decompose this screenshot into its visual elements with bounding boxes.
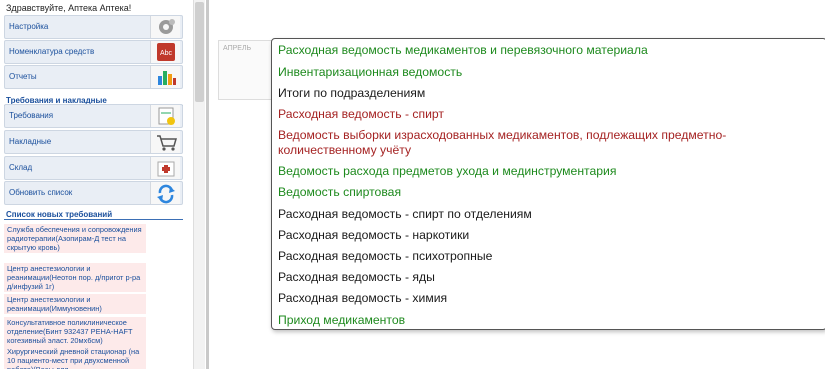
menu-item-label: Отчеты bbox=[9, 72, 37, 81]
report-dropdown-list[interactable]: Расходная ведомость медикаментов и перев… bbox=[271, 38, 825, 330]
app-window: Здравствуйте, Аптека Аптека! Настройка Н… bbox=[0, 0, 825, 369]
menu-item-label: Склад bbox=[9, 163, 33, 172]
month-select[interactable]: АПРЕЛЬ bbox=[218, 40, 273, 100]
report-option[interactable]: Ведомость выборки израсходованных медика… bbox=[278, 128, 818, 143]
report-option[interactable]: Расходная ведомость - химия bbox=[278, 291, 818, 306]
section-title-new-requests: Список новых требований bbox=[6, 210, 113, 219]
gears-icon bbox=[150, 16, 180, 38]
request-list-item[interactable]: Хирургический дневной стационар (на 10 п… bbox=[4, 346, 146, 369]
menu-item-requirements[interactable]: Требования bbox=[4, 104, 183, 128]
report-option[interactable]: Итоги по подразделениям bbox=[278, 86, 818, 101]
bar-chart-icon bbox=[150, 66, 180, 88]
report-option[interactable]: Расходная ведомость медикаментов и перев… bbox=[278, 43, 818, 58]
shopping-cart-icon bbox=[150, 131, 180, 153]
menu-item-refresh-list[interactable]: Обновить список bbox=[4, 181, 183, 205]
abc-book-icon: Abc bbox=[150, 41, 180, 63]
menu-item-label: Накладные bbox=[9, 137, 52, 146]
request-list-item[interactable]: Центр анестезиологии и реанимации(Иммуно… bbox=[4, 294, 146, 314]
section-divider bbox=[4, 219, 183, 220]
report-option[interactable]: Инвентаризационная ведомость bbox=[278, 65, 818, 80]
menu-item-label: Обновить список bbox=[9, 188, 73, 197]
svg-text:Abc: Abc bbox=[160, 50, 173, 57]
report-option[interactable]: Приход медикаментов bbox=[278, 313, 818, 328]
main-content: АПРЕЛЬ Расходная ведомость медикаментов … bbox=[209, 0, 825, 369]
menu-item-invoices[interactable]: Накладные bbox=[4, 130, 183, 154]
refresh-icon bbox=[150, 182, 180, 204]
request-list-item[interactable]: Служба обеспечения и сопровождения радио… bbox=[4, 224, 146, 253]
report-option[interactable]: Расходная ведомость - спирт bbox=[278, 107, 818, 122]
report-option-continuation[interactable]: количественному учёту bbox=[278, 143, 818, 158]
pen-document-icon bbox=[150, 105, 180, 127]
menu-item-warehouse[interactable]: Склад bbox=[4, 156, 183, 180]
menu-item-nomenclature[interactable]: Номенклатура средств Abc bbox=[4, 40, 183, 64]
menu-item-label: Настройка bbox=[9, 22, 49, 31]
scrollbar-thumb[interactable] bbox=[195, 2, 204, 102]
report-option[interactable]: Расходная ведомость - наркотики bbox=[278, 228, 818, 243]
report-option[interactable]: Расходная ведомость - спирт по отделения… bbox=[278, 207, 818, 222]
report-option[interactable]: Ведомость спиртовая bbox=[278, 185, 818, 200]
greeting-text: Здравствуйте, Аптека Аптека! bbox=[6, 3, 132, 13]
menu-item-settings[interactable]: Настройка bbox=[4, 15, 183, 39]
request-list-item[interactable]: Консультативное поликлиническое отделени… bbox=[4, 317, 146, 346]
menu-item-reports[interactable]: Отчеты bbox=[4, 65, 183, 89]
report-option[interactable]: Ведомость расхода предметов ухода и меди… bbox=[278, 164, 818, 179]
menu-item-label: Номенклатура средств bbox=[9, 47, 95, 56]
medical-box-icon bbox=[150, 157, 180, 179]
report-option[interactable]: Расходная ведомость - яды bbox=[278, 270, 818, 285]
month-placeholder: АПРЕЛЬ bbox=[223, 45, 252, 52]
sidebar-scrollbar[interactable] bbox=[193, 0, 205, 369]
request-list-item[interactable]: Центр анестезиологии и реанимации(Неотон… bbox=[4, 263, 146, 292]
menu-item-label: Требования bbox=[9, 111, 54, 120]
sidebar: Здравствуйте, Аптека Аптека! Настройка Н… bbox=[0, 0, 183, 369]
report-option[interactable]: Расходная ведомость - психотропные bbox=[278, 249, 818, 264]
